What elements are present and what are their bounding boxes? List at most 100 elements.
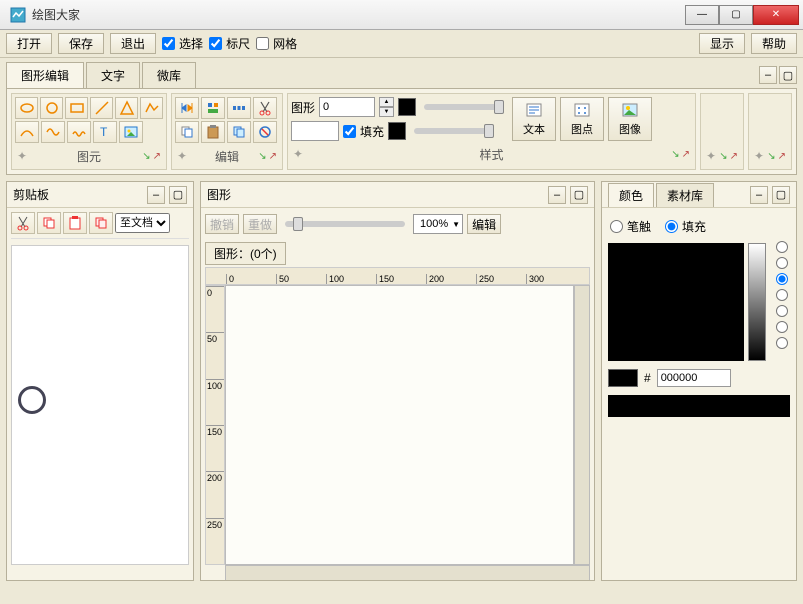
- panel-max-button[interactable]: ▢: [772, 186, 790, 204]
- zoom-slider[interactable]: [285, 221, 405, 227]
- shape-spinner[interactable]: ▲▼: [379, 97, 394, 117]
- panel-max-button[interactable]: ▢: [169, 186, 187, 204]
- hue-slider[interactable]: [748, 243, 766, 361]
- canvas-title: 图形: [207, 186, 544, 203]
- expand-icon[interactable]: ↘: [671, 149, 679, 160]
- triangle-tool[interactable]: [115, 97, 138, 119]
- collapse-icon[interactable]: ↗: [153, 151, 161, 162]
- clip-dup-button[interactable]: [89, 212, 113, 234]
- circle-tool[interactable]: [40, 97, 63, 119]
- hex-input[interactable]: [657, 369, 731, 387]
- arc-tool[interactable]: [15, 121, 39, 143]
- point-big-button[interactable]: 图点: [560, 97, 604, 141]
- title-bar: 绘图大家 — ▢ ✕: [0, 0, 803, 30]
- expand-icon[interactable]: ↘: [142, 151, 150, 162]
- open-button[interactable]: 打开: [6, 33, 52, 54]
- app-icon: [10, 7, 26, 23]
- wand-icon: ✦: [17, 149, 27, 163]
- clipboard-shape-ring[interactable]: [18, 386, 46, 414]
- rect-tool[interactable]: [65, 97, 88, 119]
- canvas-edit-button[interactable]: 编辑: [467, 214, 501, 234]
- clipboard-panel: 剪贴板 – ▢ 至文档: [6, 181, 194, 581]
- ribbon-tabs: 图形编辑 文字 微库 – ▢: [0, 58, 803, 88]
- clipboard-canvas: [11, 245, 189, 565]
- group-shapes: T ✦ 图元 ↘↗: [11, 93, 167, 170]
- group-extra2: ✦↘↗: [748, 93, 792, 170]
- color-field[interactable]: [608, 243, 744, 361]
- polyline-tool[interactable]: [140, 97, 163, 119]
- shape-index-input[interactable]: [319, 97, 375, 117]
- expand-icon[interactable]: ↘: [258, 151, 266, 162]
- redo-button[interactable]: 重做: [243, 214, 277, 234]
- delete-tool[interactable]: [253, 121, 277, 143]
- fill-swatch[interactable]: [388, 122, 406, 140]
- line-tool[interactable]: [90, 97, 113, 119]
- scrollbar-horizontal[interactable]: [225, 565, 590, 580]
- fill-value-input[interactable]: [291, 121, 339, 141]
- undo-button[interactable]: 撤销: [205, 214, 239, 234]
- panel-min-button[interactable]: –: [548, 186, 566, 204]
- curve-tool[interactable]: [41, 121, 65, 143]
- image-big-button[interactable]: 图像: [608, 97, 652, 141]
- tab-library[interactable]: 微库: [142, 62, 196, 88]
- align-tool[interactable]: [201, 97, 225, 119]
- shape-count-label: 图形：(0个): [205, 242, 286, 265]
- display-button[interactable]: 显示: [699, 33, 745, 54]
- ribbon-restore-button[interactable]: ▢: [779, 66, 797, 84]
- drawing-canvas[interactable]: [225, 285, 574, 565]
- flip-h-tool[interactable]: [175, 97, 199, 119]
- scrollbar-vertical[interactable]: [574, 285, 590, 565]
- ruler-horizontal: 050100150200250300: [205, 267, 590, 285]
- wand-icon: ✦: [177, 149, 187, 163]
- clip-paste-button[interactable]: [63, 212, 87, 234]
- fill-slider[interactable]: [414, 128, 494, 134]
- cut-tool[interactable]: [253, 97, 277, 119]
- clipboard-title: 剪贴板: [13, 186, 143, 203]
- ribbon-minimize-button[interactable]: –: [759, 66, 777, 84]
- paste-tool[interactable]: [201, 121, 225, 143]
- tab-text[interactable]: 文字: [86, 62, 140, 88]
- copy-tool[interactable]: [175, 121, 199, 143]
- text-big-button[interactable]: 文本: [512, 97, 556, 141]
- panel-max-button[interactable]: ▢: [570, 186, 588, 204]
- current-color-swatch: [608, 369, 638, 387]
- brush-radio[interactable]: 笔触: [610, 218, 651, 235]
- close-button[interactable]: ✕: [753, 5, 799, 25]
- group-edit: ✦ 编辑 ↘↗: [171, 93, 283, 170]
- wave-tool[interactable]: [67, 121, 91, 143]
- grid-checkbox[interactable]: 网格: [256, 35, 297, 52]
- maximize-button[interactable]: ▢: [719, 5, 753, 25]
- tab-color[interactable]: 颜色: [608, 183, 654, 207]
- clip-target-select[interactable]: 至文档: [115, 213, 170, 233]
- select-checkbox[interactable]: 选择: [162, 35, 203, 52]
- stroke-slider[interactable]: [424, 104, 504, 110]
- collapse-icon[interactable]: ↗: [269, 151, 277, 162]
- ruler-checkbox[interactable]: 标尺: [209, 35, 250, 52]
- clip-copy-button[interactable]: [37, 212, 61, 234]
- shape-label: 图形: [291, 99, 315, 116]
- window-title: 绘图大家: [32, 6, 685, 23]
- duplicate-tool[interactable]: [227, 121, 251, 143]
- image-tool[interactable]: [119, 121, 143, 143]
- panel-min-button[interactable]: –: [750, 186, 768, 204]
- help-button[interactable]: 帮助: [751, 33, 797, 54]
- minimize-button[interactable]: —: [685, 5, 719, 25]
- clip-cut-button[interactable]: [11, 212, 35, 234]
- fill-checkbox[interactable]: 填充: [343, 123, 384, 140]
- exit-button[interactable]: 退出: [110, 33, 156, 54]
- ribbon-body: T ✦ 图元 ↘↗ ✦ 编辑 ↘↗: [6, 88, 797, 175]
- ellipse-tool[interactable]: [15, 97, 38, 119]
- canvas-panel: 图形 – ▢ 撤销 重做 100%▼ 编辑 图形：(0个) 0501001502…: [200, 181, 595, 581]
- stroke-swatch[interactable]: [398, 98, 416, 116]
- collapse-icon[interactable]: ↗: [682, 149, 690, 160]
- fill-radio[interactable]: 填充: [665, 218, 706, 235]
- channel-radios[interactable]: [776, 241, 788, 349]
- distribute-tool[interactable]: [227, 97, 251, 119]
- zoom-combo[interactable]: 100%▼: [413, 214, 463, 234]
- save-button[interactable]: 保存: [58, 33, 104, 54]
- panel-min-button[interactable]: –: [147, 186, 165, 204]
- text-tool[interactable]: T: [93, 121, 117, 143]
- tab-material[interactable]: 素材库: [656, 183, 714, 207]
- group-shapes-label: 图元: [77, 148, 101, 165]
- tab-shape-edit[interactable]: 图形编辑: [6, 62, 84, 88]
